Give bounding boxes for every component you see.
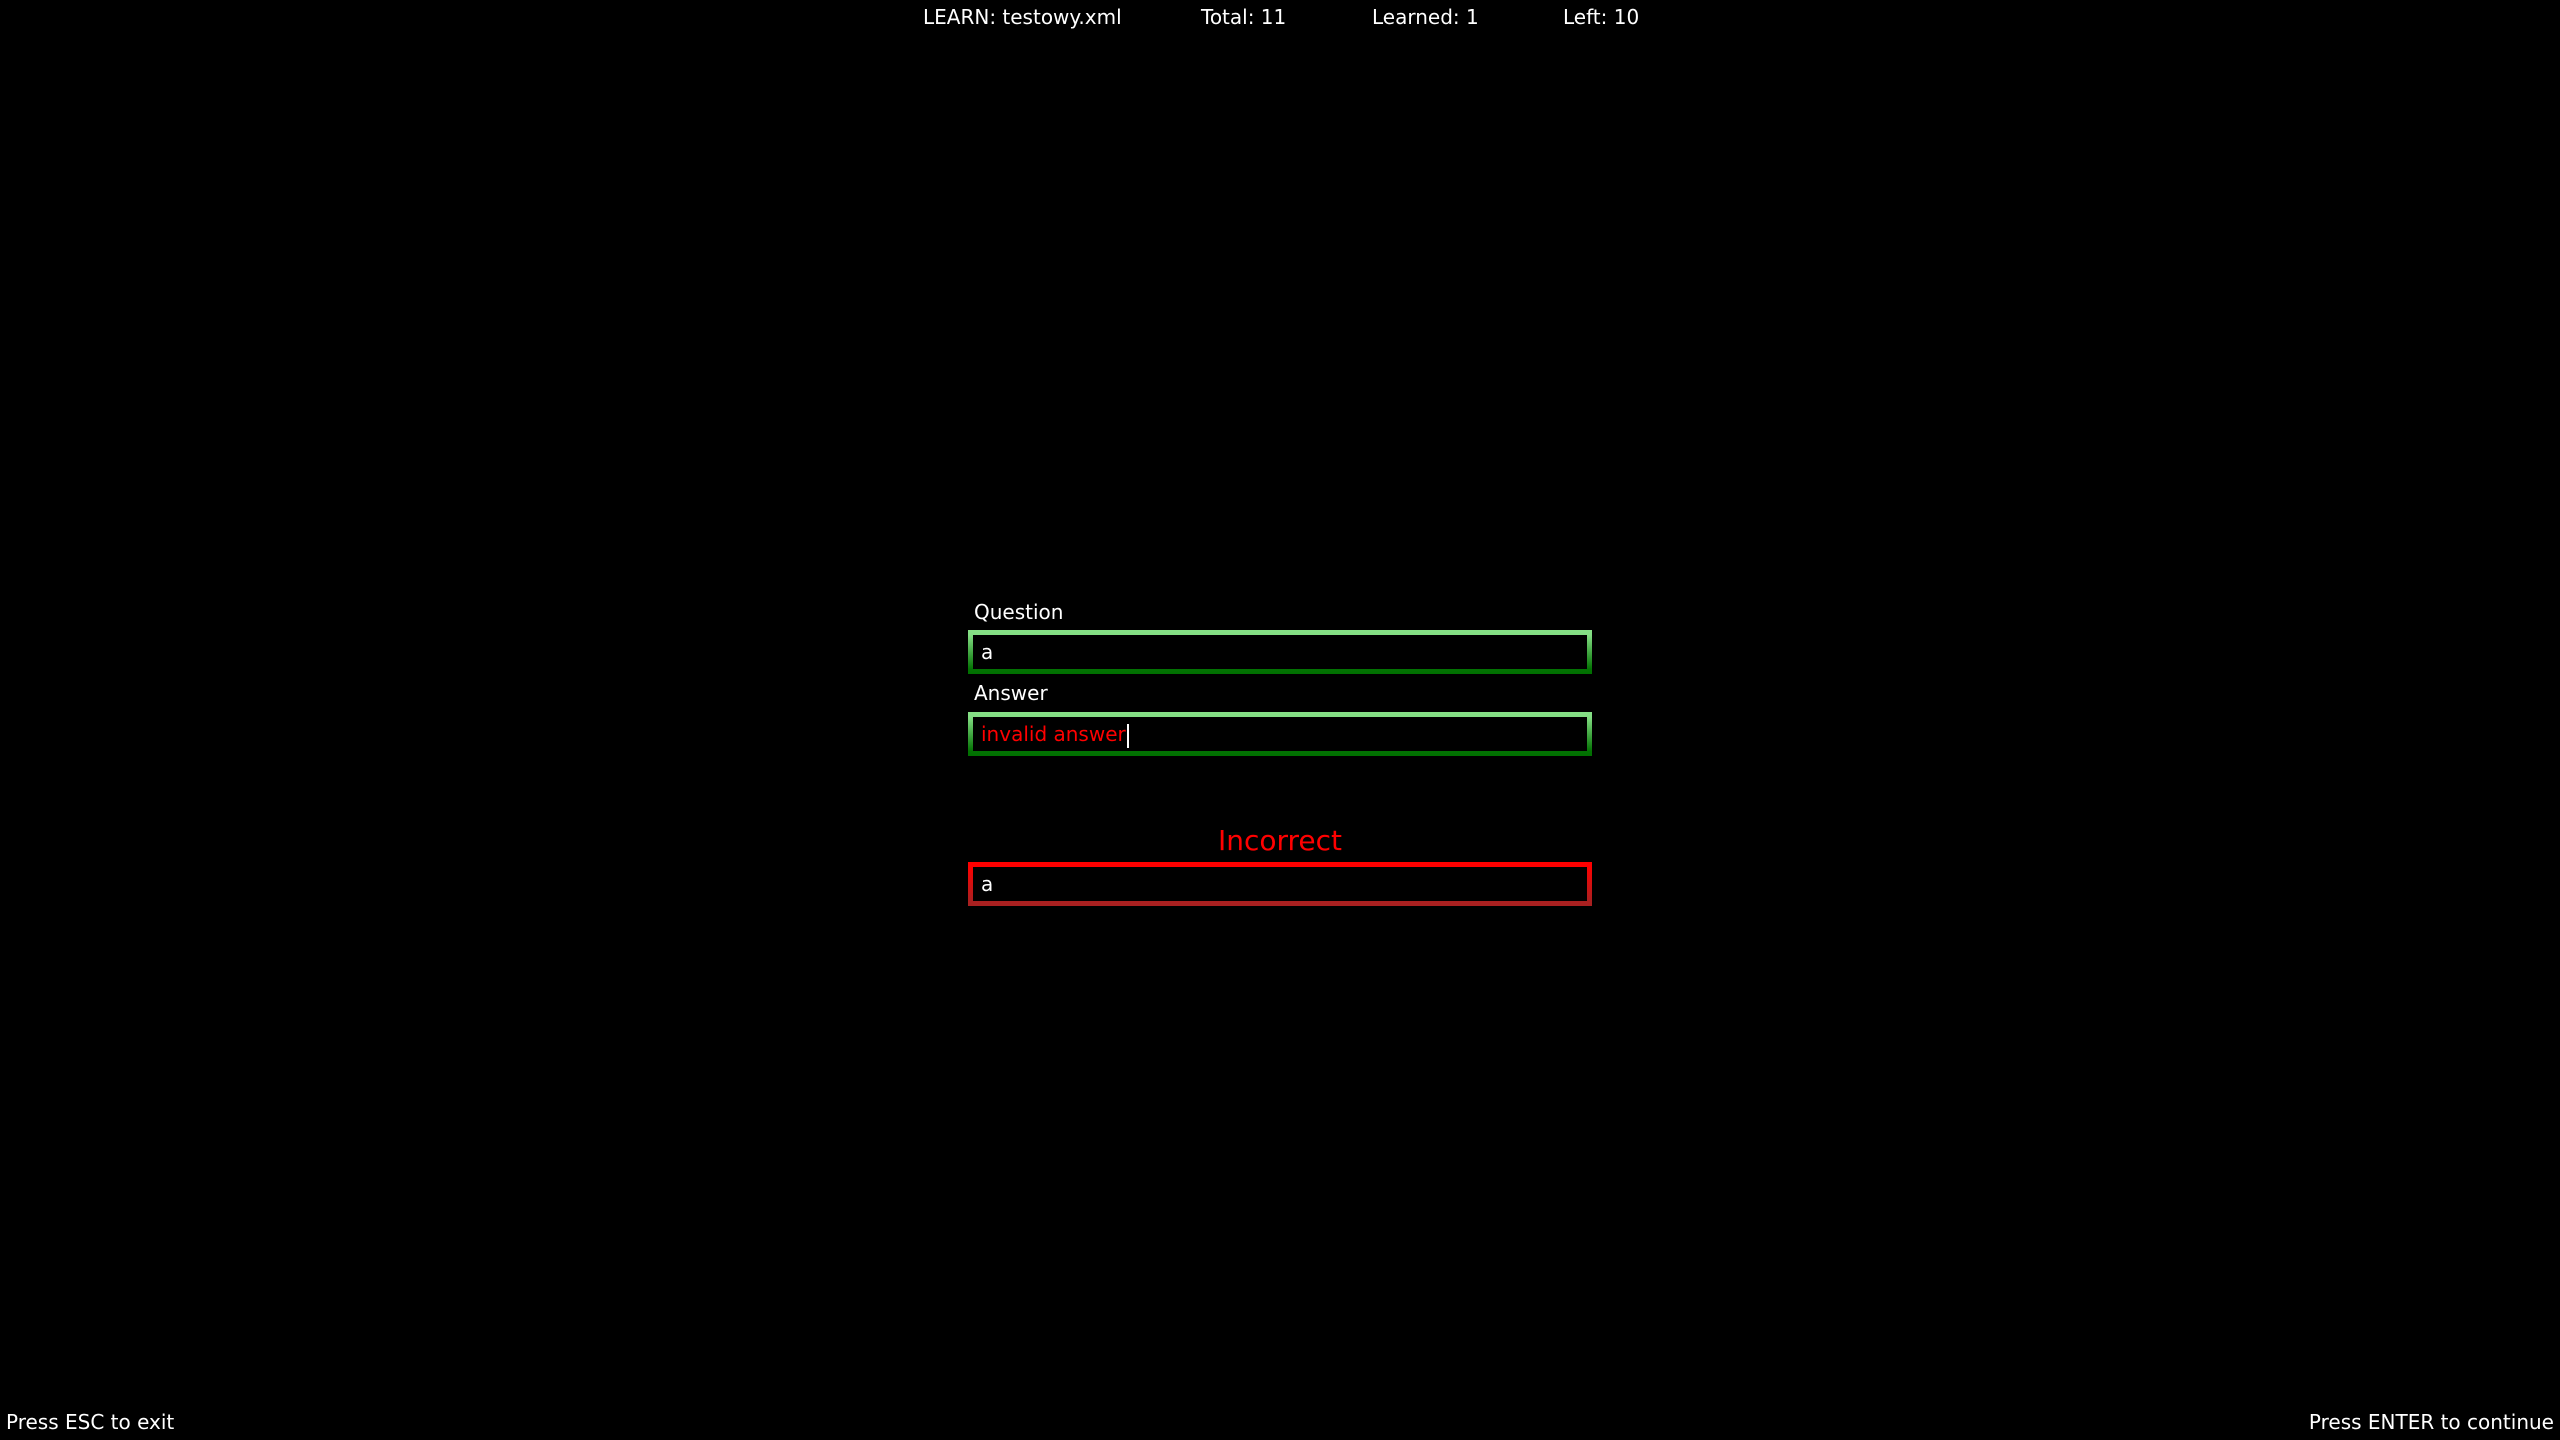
mode-title: LEARN: testowy.xml [923, 5, 1122, 29]
continue-hint: Press ENTER to continue [2308, 1410, 2554, 1434]
answer-label: Answer [974, 681, 1048, 705]
correct-answer-field: a [968, 862, 1592, 906]
question-field: a [968, 630, 1592, 674]
total-count: Total: 11 [1201, 5, 1287, 29]
result-status: Incorrect [1217, 824, 1343, 857]
question-label: Question [974, 600, 1064, 624]
answer-value: invalid answer [981, 722, 1126, 746]
learned-count: Learned: 1 [1372, 5, 1479, 29]
correct-answer-value: a [981, 872, 994, 896]
exit-hint: Press ESC to exit [6, 1410, 175, 1434]
left-count: Left: 10 [1563, 5, 1640, 29]
question-value: a [981, 640, 994, 664]
answer-input[interactable]: invalid answer [968, 712, 1592, 756]
text-caret [1126, 723, 1129, 748]
